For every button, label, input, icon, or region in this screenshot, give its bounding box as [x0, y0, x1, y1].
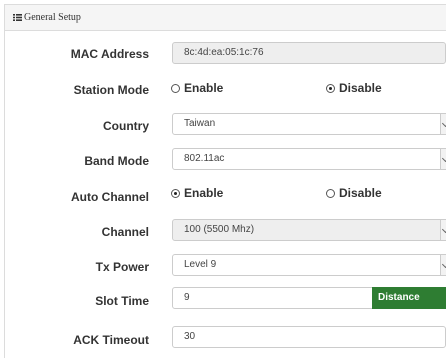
- panel-title: General Setup: [24, 12, 81, 23]
- chevron-down-icon: [440, 255, 446, 275]
- auto-channel-label: Auto Channel: [71, 190, 149, 204]
- station-mode-enable-radio[interactable]: Enable: [171, 81, 223, 95]
- station-mode-disable-radio[interactable]: Disable: [326, 81, 382, 95]
- channel-select[interactable]: 100 (5500 Mhz): [172, 219, 446, 241]
- station-mode-disable-label: Disable: [339, 81, 382, 95]
- ack-timeout-input[interactable]: 30: [172, 326, 446, 348]
- ack-timeout-label: ACK Timeout: [73, 333, 149, 347]
- band-mode-select[interactable]: 802.11ac: [172, 148, 446, 170]
- tx-power-select[interactable]: Level 9: [172, 254, 446, 276]
- radio-unchecked-icon: [171, 84, 180, 93]
- country-label: Country: [103, 119, 149, 133]
- panel-header: General Setup: [5, 5, 446, 31]
- tx-power-value: Level 9: [184, 259, 217, 270]
- tx-power-label: Tx Power: [95, 260, 149, 274]
- country-value: Taiwan: [184, 118, 216, 129]
- auto-channel-disable-radio[interactable]: Disable: [326, 186, 382, 200]
- country-select[interactable]: Taiwan: [172, 113, 446, 135]
- slot-time-value: 9: [184, 292, 190, 303]
- mac-address-field: 8c:4d:ea:05:1c:76: [172, 42, 446, 64]
- mac-address-label: MAC Address: [70, 47, 149, 61]
- distance-button-label: Distance: [378, 292, 420, 303]
- station-mode-label: Station Mode: [73, 83, 149, 97]
- slot-time-input[interactable]: 9: [172, 287, 373, 309]
- auto-channel-disable-label: Disable: [339, 186, 382, 200]
- ack-timeout-value: 30: [184, 331, 196, 342]
- chevron-down-icon: [440, 149, 446, 169]
- station-mode-enable-label: Enable: [184, 81, 224, 95]
- distance-button[interactable]: Distance: [372, 287, 446, 309]
- list-icon: [13, 14, 22, 21]
- auto-channel-enable-label: Enable: [184, 186, 224, 200]
- channel-label: Channel: [101, 225, 149, 239]
- channel-value: 100 (5500 Mhz): [184, 224, 255, 235]
- auto-channel-enable-radio[interactable]: Enable: [171, 186, 223, 200]
- radio-unchecked-icon: [326, 189, 335, 198]
- chevron-down-icon: [440, 114, 446, 134]
- band-mode-value: 802.11ac: [184, 153, 225, 164]
- band-mode-label: Band Mode: [84, 154, 149, 168]
- chevron-down-icon: [440, 220, 446, 240]
- radio-checked-icon: [171, 189, 180, 198]
- mac-address-value: 8c:4d:ea:05:1c:76: [184, 47, 264, 58]
- slot-time-label: Slot Time: [95, 294, 149, 308]
- radio-checked-icon: [326, 84, 335, 93]
